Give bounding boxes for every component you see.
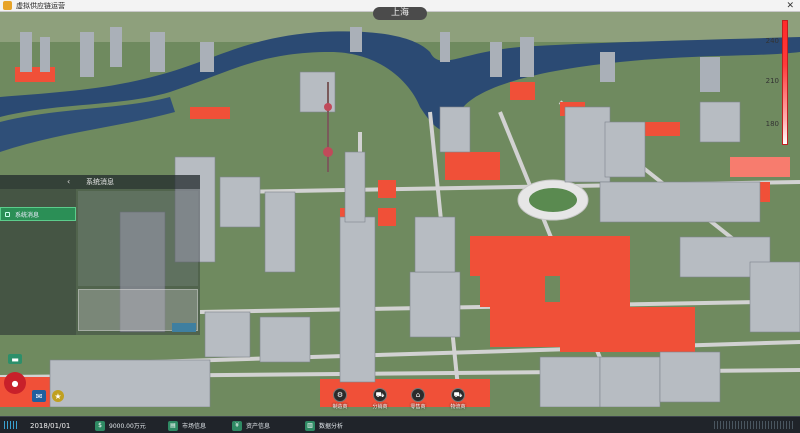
station-logistics[interactable]: ⛟ 物流商	[438, 388, 478, 410]
system-message-panel: ‹ 系统消息 系统消息	[0, 175, 200, 335]
asset-info-button[interactable]: ¥ 资产信息	[232, 417, 270, 433]
side-tool-icons: ▬ ● ✉ ★	[0, 352, 64, 412]
bus-icon[interactable]: ▬	[8, 354, 22, 364]
scale-label-top: 240	[765, 37, 779, 45]
tab-system-messages[interactable]: 系统消息	[0, 207, 76, 221]
market-icon: ▤	[168, 420, 178, 431]
factory-icon: ⚙	[333, 388, 347, 402]
badge-icon[interactable]: ★	[52, 390, 64, 402]
message-icon	[5, 212, 10, 217]
distributor-icon: ⛟	[373, 388, 387, 402]
scale-label-bottom: 180	[765, 120, 779, 128]
funds-text: 9000.00万元	[109, 423, 146, 430]
station-manufacturer[interactable]: ⚙ 制造商	[320, 388, 360, 410]
heat-scale-bar	[782, 20, 788, 145]
stripes-decoration	[4, 421, 18, 429]
station-logistics-label: 物流商	[450, 404, 466, 410]
market-info-button[interactable]: ▤ 市场信息	[168, 417, 206, 433]
tab-system-messages-label: 系统消息	[15, 212, 40, 219]
heat-scale	[782, 20, 792, 145]
truck-icon: ⛟	[451, 388, 465, 402]
mail-icon[interactable]: ✉	[32, 390, 46, 402]
asset-info-label: 资产信息	[246, 423, 271, 430]
message-content-area	[78, 191, 198, 286]
data-analysis-button[interactable]: ▥ 数据分析	[305, 417, 343, 433]
market-info-label: 市场信息	[182, 423, 207, 430]
asset-icon: ¥	[232, 420, 242, 431]
message-panel-title: 系统消息	[86, 178, 114, 186]
window-title: 虚拟供应链运营	[16, 1, 65, 10]
city-name-badge[interactable]: 上海	[373, 7, 427, 20]
station-manufacturer-label: 制造商	[332, 404, 348, 410]
station-distributor[interactable]: ⛟ 分销商	[360, 388, 400, 410]
bottom-status-bar: 2018/01/01 $ 9000.00万元 ▤ 市场信息 ¥ 资产信息 ▥ 数…	[0, 416, 800, 433]
station-retailer-label: 零售商	[410, 404, 426, 410]
station-retailer[interactable]: ⌂ 零售商	[398, 388, 438, 410]
funds-display: $ 9000.00万元	[95, 417, 146, 433]
send-button[interactable]	[172, 323, 196, 332]
app-icon	[3, 1, 12, 10]
stripes-decoration-right	[714, 421, 794, 429]
shop-icon: ⌂	[411, 388, 425, 402]
close-button[interactable]: ✕	[786, 0, 794, 12]
data-analysis-label: 数据分析	[319, 423, 344, 430]
location-pin-icon[interactable]: ●	[4, 372, 26, 394]
scale-label-mid: 210	[765, 77, 779, 85]
chart-icon: ▥	[305, 420, 315, 431]
current-date: 2018/01/01	[30, 417, 70, 433]
money-icon: $	[95, 420, 105, 431]
message-panel-header: ‹ 系统消息	[0, 175, 200, 189]
station-distributor-label: 分销商	[372, 404, 388, 410]
current-date-text: 2018/01/01	[30, 421, 71, 430]
